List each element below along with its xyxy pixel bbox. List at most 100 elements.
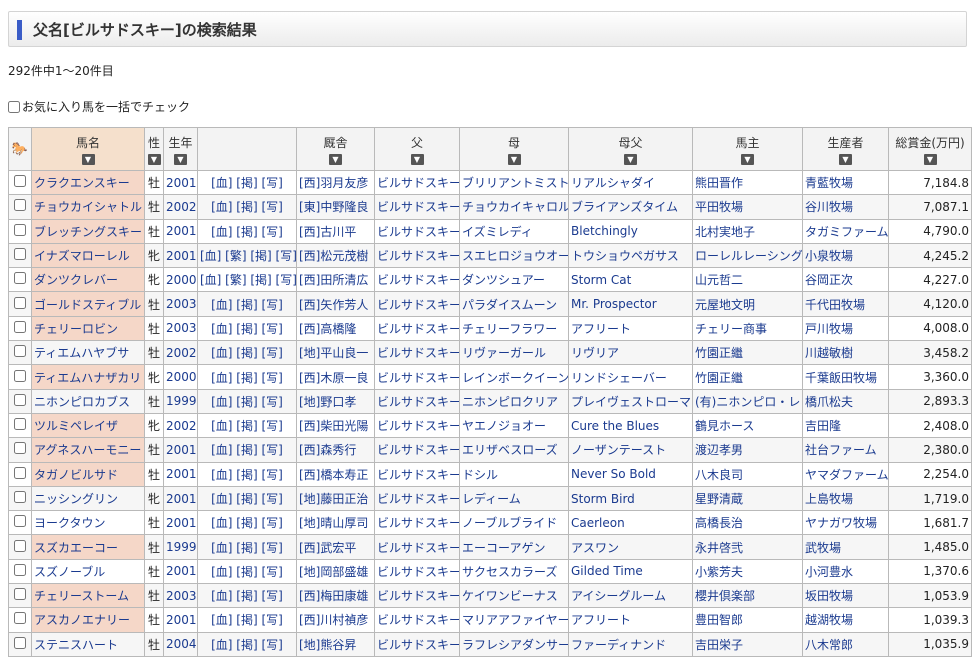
sort-stable-button[interactable]: ▼ xyxy=(329,153,342,165)
favorite-checkbox[interactable] xyxy=(14,563,26,576)
stable-link[interactable]: [地]岡部盛雄 xyxy=(299,565,368,579)
favorite-checkbox[interactable] xyxy=(14,199,26,212)
year-link[interactable]: 2000 xyxy=(166,273,197,287)
sire-link[interactable]: ビルサドスキー xyxy=(377,395,459,409)
damsire-link[interactable]: Never So Bold xyxy=(571,467,656,481)
year-link[interactable]: 2002 xyxy=(166,346,197,360)
sort-sire-button[interactable]: ▼ xyxy=(410,153,424,165)
favorite-checkbox[interactable] xyxy=(14,296,26,309)
sort-breeder-button[interactable]: ▼ xyxy=(839,153,852,165)
dam-link[interactable]: ケイワンビーナス xyxy=(462,589,558,603)
check-all-favorites[interactable]: お気に入り馬を一括でチェック xyxy=(6,98,190,115)
pedigree-links[interactable]: [血] [掲] [写] xyxy=(211,322,283,336)
favorite-checkbox[interactable] xyxy=(14,369,26,382)
breeder-link[interactable]: 青藍牧場 xyxy=(805,176,853,190)
year-link[interactable]: 2004 xyxy=(166,637,197,651)
sire-link[interactable]: ビルサドスキー xyxy=(377,322,459,336)
year-link[interactable]: 2001 xyxy=(166,443,197,457)
sire-link[interactable]: ビルサドスキー xyxy=(377,225,459,239)
owner-link[interactable]: チェリー商事 xyxy=(695,322,767,336)
pedigree-links[interactable]: [血] [掲] [写] xyxy=(211,419,283,433)
stable-link[interactable]: [地]平山良一 xyxy=(299,346,368,360)
damsire-link[interactable]: トウショウペガサス xyxy=(571,249,679,263)
horse-name-link[interactable]: スズノーブル xyxy=(34,565,105,579)
breeder-link[interactable]: 橋爪松夫 xyxy=(805,395,853,409)
stable-link[interactable]: [西]高橋隆 xyxy=(299,322,356,336)
dam-link[interactable]: レディーム xyxy=(462,492,521,506)
sire-link[interactable]: ビルサドスキー xyxy=(377,249,459,263)
favorite-checkbox[interactable] xyxy=(14,345,26,358)
owner-link[interactable]: 豊田智郎 xyxy=(695,613,743,627)
damsire-link[interactable]: Storm Bird xyxy=(571,492,635,506)
favorite-checkbox[interactable] xyxy=(14,248,26,261)
sire-link[interactable]: ビルサドスキー xyxy=(377,565,459,579)
breeder-link[interactable]: 小河豊水 xyxy=(805,565,853,579)
pedigree-links[interactable]: [血] [掲] [写] xyxy=(211,346,283,360)
breeder-link[interactable]: 社台ファーム xyxy=(805,443,877,457)
favorite-checkbox[interactable] xyxy=(14,320,26,333)
check-all-checkbox[interactable] xyxy=(8,100,20,113)
stable-link[interactable]: [地]晴山厚司 xyxy=(299,516,368,530)
damsire-link[interactable]: アイシーグルーム xyxy=(571,589,666,603)
breeder-link[interactable]: 八木常郎 xyxy=(805,638,853,652)
pedigree-links[interactable]: [血] [掲] [写] xyxy=(211,443,283,457)
horse-name-link[interactable]: ダンツクレバー xyxy=(34,273,118,287)
owner-link[interactable]: 平田牧場 xyxy=(695,200,743,214)
pedigree-links[interactable]: [血] [掲] [写] xyxy=(211,589,283,603)
damsire-link[interactable]: Storm Cat xyxy=(571,273,631,287)
sire-link[interactable]: ビルサドスキー xyxy=(377,346,459,360)
owner-link[interactable]: 元屋地文明 xyxy=(695,298,755,312)
favorite-checkbox[interactable] xyxy=(14,636,26,649)
horse-name-link[interactable]: タガノビルサド xyxy=(34,468,118,482)
breeder-link[interactable]: ヤマダファーム xyxy=(805,468,888,482)
breeder-link[interactable]: 川越敏樹 xyxy=(805,346,853,360)
damsire-link[interactable]: リアルシャダイ xyxy=(571,176,655,190)
sort-damsire-button[interactable]: ▼ xyxy=(624,153,637,165)
pedigree-links[interactable]: [血] [掲] [写] xyxy=(211,200,283,214)
sort-name-button[interactable]: ▼ xyxy=(81,153,95,165)
owner-link[interactable]: 竹園正繼 xyxy=(695,371,743,385)
stable-link[interactable]: [西]梅田康雄 xyxy=(299,589,368,603)
sire-link[interactable]: ビルサドスキー xyxy=(377,371,459,385)
favorite-checkbox[interactable] xyxy=(14,612,26,625)
sire-link[interactable]: ビルサドスキー xyxy=(377,613,459,627)
horse-name-link[interactable]: チョウカイシャトル xyxy=(34,200,142,214)
owner-link[interactable]: 八木良司 xyxy=(695,468,743,482)
breeder-link[interactable]: 谷岡正次 xyxy=(805,273,853,287)
breeder-link[interactable]: 武牧場 xyxy=(805,541,841,555)
horse-name-link[interactable]: クラクエンスキー xyxy=(34,176,130,190)
damsire-link[interactable]: Bletchingly xyxy=(571,224,638,238)
owner-link[interactable]: 吉田栄子 xyxy=(695,638,743,652)
stable-link[interactable]: [西]古川平 xyxy=(299,225,356,239)
year-link[interactable]: 2001 xyxy=(166,467,197,481)
dam-link[interactable]: イズミレディ xyxy=(462,225,533,239)
favorite-checkbox[interactable] xyxy=(14,223,26,236)
sort-prize-button[interactable]: ▼ xyxy=(923,153,937,165)
damsire-link[interactable]: プレイヴェストローマン xyxy=(571,395,692,409)
dam-link[interactable]: ニホンピロクリア xyxy=(462,395,558,409)
year-link[interactable]: 1999 xyxy=(166,394,197,408)
pedigree-links[interactable]: [血] [掲] [写] xyxy=(211,541,283,555)
sort-owner-button[interactable]: ▼ xyxy=(741,153,754,165)
sire-link[interactable]: ビルサドスキー xyxy=(377,419,459,433)
favorite-checkbox[interactable] xyxy=(14,442,26,455)
year-link[interactable]: 2001 xyxy=(166,613,197,627)
damsire-link[interactable]: Gilded Time xyxy=(571,564,643,578)
dam-link[interactable]: エーコーアゲン xyxy=(462,541,546,555)
owner-link[interactable]: ローレルレーシング xyxy=(695,249,802,263)
damsire-link[interactable]: ブライアンズタイム xyxy=(571,200,678,214)
stable-link[interactable]: [地]熊谷昇 xyxy=(299,638,356,652)
stable-link[interactable]: [地]野口孝 xyxy=(299,395,356,409)
year-link[interactable]: 2002 xyxy=(166,419,197,433)
pedigree-links[interactable]: [血] [掲] [写] xyxy=(211,395,283,409)
dam-link[interactable]: マリアアファイヤー xyxy=(462,613,568,627)
dam-link[interactable]: チェリーフラワー xyxy=(462,322,557,336)
breeder-link[interactable]: 坂田牧場 xyxy=(805,589,853,603)
horse-name-link[interactable]: ニホンピロカブス xyxy=(34,395,130,409)
horse-name-link[interactable]: スズカエーコー xyxy=(34,541,118,555)
year-link[interactable]: 2001 xyxy=(166,176,197,190)
owner-link[interactable]: (有)ニホンピロ・レ xyxy=(695,395,800,409)
dam-link[interactable]: ダンツシュアー xyxy=(462,273,545,287)
sire-link[interactable]: ビルサドスキー xyxy=(377,638,459,652)
stable-link[interactable]: [西]羽月友彦 xyxy=(299,176,368,190)
